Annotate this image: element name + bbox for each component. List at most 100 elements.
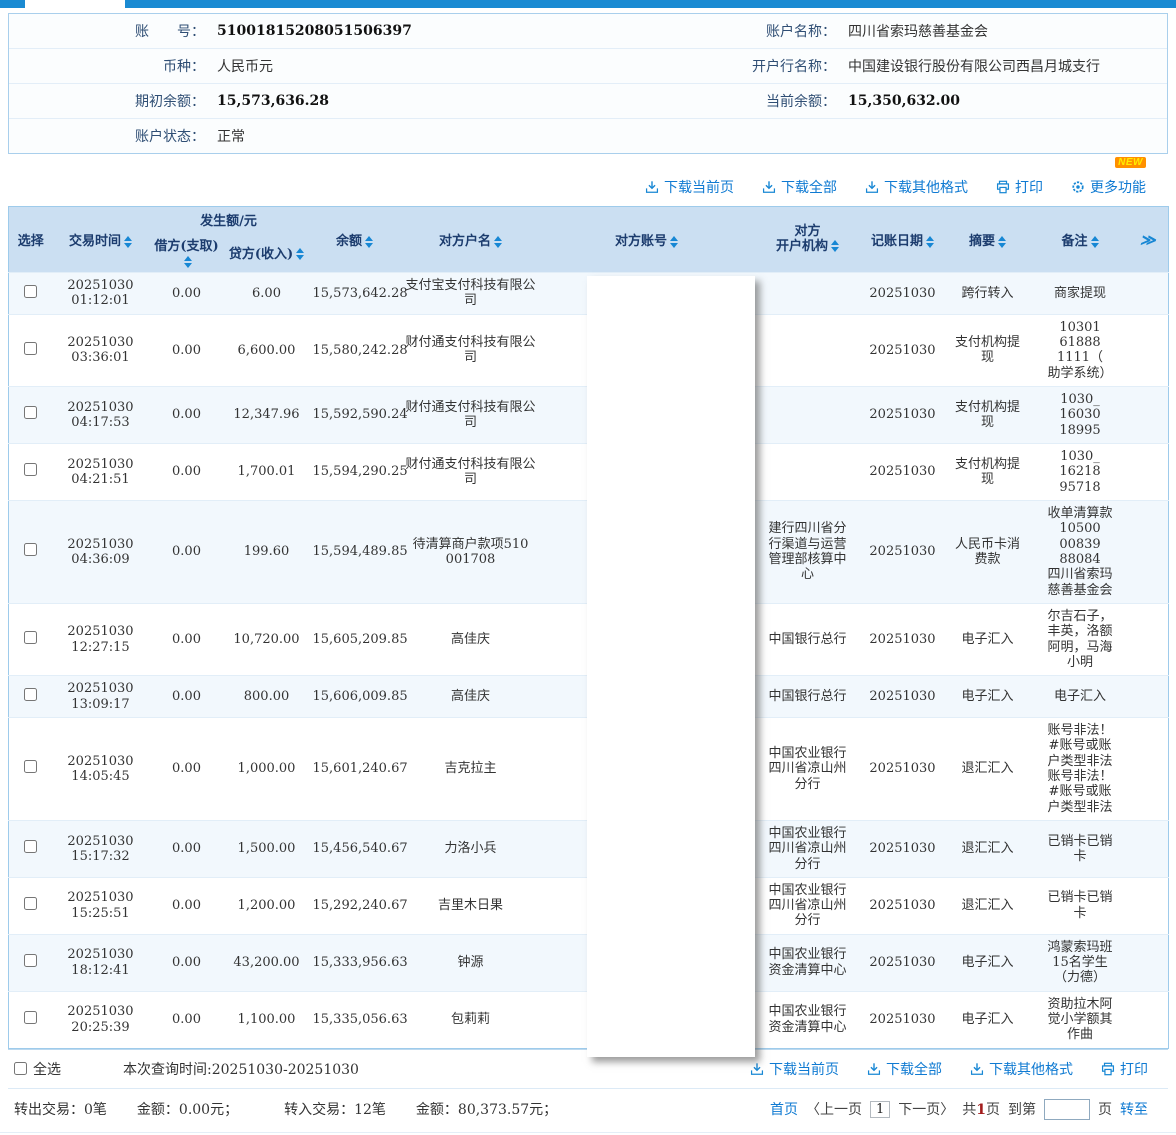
cell-credit: 6,600.00	[225, 314, 309, 386]
prev-page-link[interactable]: 〈上一页	[806, 1099, 862, 1119]
cell-select	[9, 934, 53, 991]
cell-remark: 1030_ 16218 95718	[1033, 443, 1128, 500]
cell-debit: 0.00	[149, 386, 225, 443]
header-counterparty-account[interactable]: 对方账号	[541, 207, 753, 273]
cell-counterparty-name: 高佳庆	[401, 603, 541, 675]
row-select-checkbox[interactable]	[24, 897, 37, 910]
row-select-checkbox[interactable]	[24, 1011, 37, 1024]
cell-debit: 0.00	[149, 991, 225, 1048]
download-link[interactable]: 下载其他格式	[970, 1059, 1073, 1079]
sort-arrows-icon[interactable]	[670, 236, 678, 248]
sort-arrows-icon[interactable]	[494, 236, 502, 248]
download-icon	[865, 180, 879, 194]
row-select-checkbox[interactable]	[24, 463, 37, 476]
cell-posting-date: 20251030	[863, 820, 943, 877]
row-select-checkbox[interactable]	[24, 954, 37, 967]
more-columns-icon[interactable]: ≫	[1128, 207, 1169, 273]
sort-arrows-icon[interactable]	[365, 236, 373, 248]
cell-more	[1128, 386, 1169, 443]
header-debit[interactable]: 借方(支取)	[149, 232, 225, 273]
download-link[interactable]: 下载全部	[762, 177, 837, 197]
header-counterparty-name[interactable]: 对方户名	[401, 207, 541, 273]
cell-counterparty-bank: 中国银行总行	[753, 676, 863, 718]
header-transaction-time[interactable]: 交易时间	[53, 207, 149, 273]
row-select-checkbox[interactable]	[24, 688, 37, 701]
download-link[interactable]: 下载当前页	[645, 177, 734, 197]
sort-arrows-icon[interactable]	[998, 236, 1006, 248]
sort-arrows-icon[interactable]	[184, 256, 192, 268]
print-icon	[996, 180, 1010, 194]
top-accent-bar	[0, 0, 1176, 8]
link-label: 打印	[1015, 177, 1043, 197]
cell-balance: 15,292,240.67	[309, 877, 401, 934]
sort-arrows-icon[interactable]	[124, 236, 132, 248]
first-page-link[interactable]: 首页	[770, 1099, 798, 1119]
cell-remark: 10301 61888 1111（ 助学系统）	[1033, 314, 1128, 386]
info-value: 中国建设银行股份有限公司西昌月城支行	[842, 49, 1167, 84]
row-select-checkbox[interactable]	[24, 840, 37, 853]
header-counterparty-bank[interactable]: 对方 开户机构	[753, 207, 863, 273]
cell-counterparty-name: 吉克拉主	[401, 717, 541, 820]
print-button[interactable]: 打印	[996, 177, 1043, 197]
select-all[interactable]: 全选	[14, 1059, 61, 1079]
cell-counterparty-name: 财付通支付科技有限公 司	[401, 314, 541, 386]
cell-debit: 0.00	[149, 676, 225, 718]
cell-summary: 电子汇入	[943, 603, 1033, 675]
cell-balance: 15,594,489.85	[309, 500, 401, 603]
download-icon	[645, 180, 659, 194]
link-label: 打印	[1120, 1059, 1148, 1079]
row-select-checkbox[interactable]	[24, 543, 37, 556]
cell-balance: 15,606,009.85	[309, 676, 401, 718]
cell-balance: 15,601,240.67	[309, 717, 401, 820]
cell-more	[1128, 676, 1169, 718]
goto-button[interactable]: 转至	[1120, 1099, 1148, 1119]
stat-incoming-count: 转入交易：12笔	[284, 1099, 386, 1119]
cell-balance: 15,594,290.25	[309, 443, 401, 500]
header-balance[interactable]: 余额	[309, 207, 401, 273]
cell-debit: 0.00	[149, 877, 225, 934]
row-select-checkbox[interactable]	[24, 285, 37, 298]
row-select-checkbox[interactable]	[24, 342, 37, 355]
cell-credit: 6.00	[225, 273, 309, 315]
cell-transaction-time: 2025103014:05:45	[53, 717, 149, 820]
sort-arrows-icon[interactable]	[296, 248, 304, 260]
row-select-checkbox[interactable]	[24, 406, 37, 419]
cell-summary: 电子汇入	[943, 934, 1033, 991]
cell-more	[1128, 820, 1169, 877]
cell-remark: 收单清算款 10500 00839 88084 四川省索玛 慈善基金会	[1033, 500, 1128, 603]
download-icon	[750, 1062, 764, 1076]
cell-more	[1128, 314, 1169, 386]
cell-posting-date: 20251030	[863, 603, 943, 675]
cell-debit: 0.00	[149, 820, 225, 877]
cell-posting-date: 20251030	[863, 991, 943, 1048]
link-label: 下载全部	[781, 177, 837, 197]
header-select: 选择	[9, 207, 53, 273]
row-select-checkbox[interactable]	[24, 760, 37, 773]
cell-credit: 800.00	[225, 676, 309, 718]
select-all-checkbox[interactable]	[14, 1062, 27, 1075]
download-link[interactable]: 下载其他格式	[865, 177, 968, 197]
download-link[interactable]: 下载当前页	[750, 1059, 839, 1079]
header-posting-date[interactable]: 记账日期	[863, 207, 943, 273]
cell-posting-date: 20251030	[863, 386, 943, 443]
cell-remark: 已销卡已销 卡	[1033, 820, 1128, 877]
header-remark[interactable]: 备注	[1033, 207, 1128, 273]
row-select-checkbox[interactable]	[24, 631, 37, 644]
goto-page-input[interactable]	[1044, 1099, 1090, 1120]
header-summary[interactable]: 摘要	[943, 207, 1033, 273]
download-link[interactable]: 下载全部	[867, 1059, 942, 1079]
sort-arrows-icon[interactable]	[831, 240, 839, 252]
sort-arrows-icon[interactable]	[1091, 236, 1099, 248]
cell-remark: 尔吉石子， 丰英，洛额 阿明，马海 小明	[1033, 603, 1128, 675]
print-button[interactable]: 打印	[1101, 1059, 1148, 1079]
more-functions-button[interactable]: 更多功能	[1071, 177, 1146, 197]
cell-select	[9, 991, 53, 1048]
header-credit[interactable]: 贷方(收入)	[225, 232, 309, 273]
cell-select	[9, 820, 53, 877]
cell-remark: 电子汇入	[1033, 676, 1128, 718]
next-page-link[interactable]: 下一页〉	[898, 1099, 954, 1119]
link-label: 下载当前页	[664, 177, 734, 197]
link-label: 下载其他格式	[884, 177, 968, 197]
sort-arrows-icon[interactable]	[926, 236, 934, 248]
print-icon	[1101, 1062, 1115, 1076]
